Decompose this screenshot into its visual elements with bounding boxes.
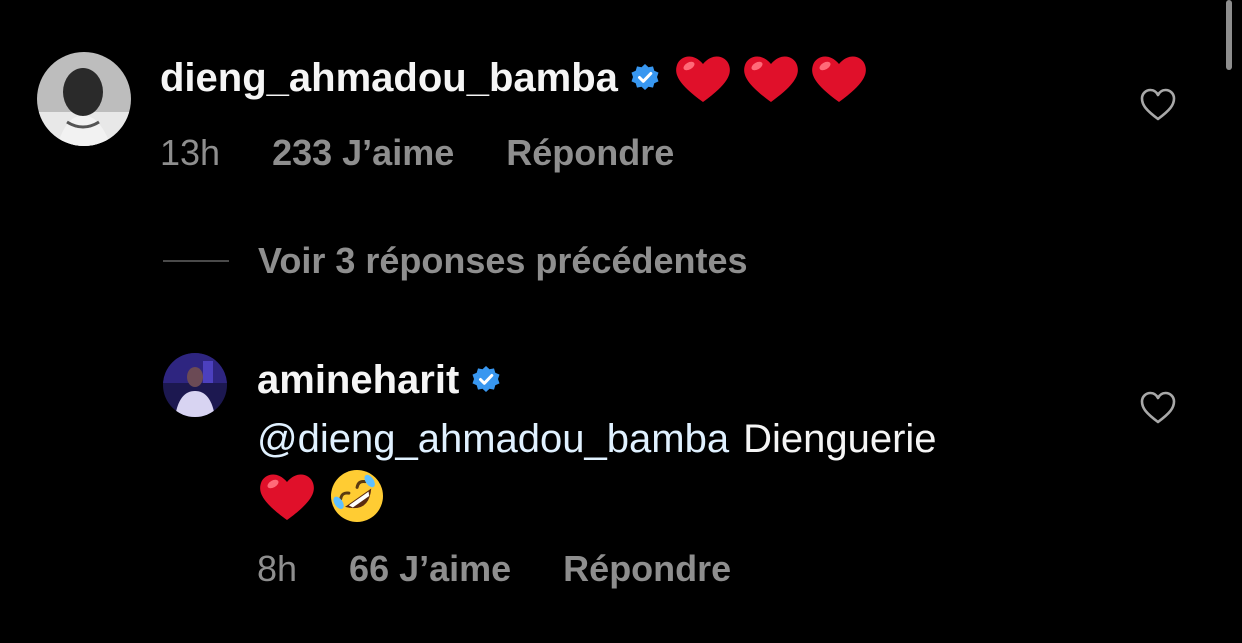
avatar-dieng[interactable] [37,52,131,146]
heart-outline-icon[interactable] [1140,88,1176,122]
verified-badge-icon [630,63,660,93]
comment-header: dieng_ahmadou_bamba [160,50,868,106]
timestamp: 8h [257,548,298,589]
reply-button[interactable]: Répondre [563,548,731,590]
reply-text-line: @dieng_ahmadou_bamba Dienguerie [257,414,937,464]
mention-link[interactable]: @dieng_ahmadou_bamba [257,417,729,462]
scrollbar[interactable] [1226,0,1232,70]
reply-meta: 8h 66 J’aime Répondre [257,546,783,592]
verified-badge-icon [471,365,501,395]
avatar-amineharit[interactable] [163,353,227,417]
red-heart-emoji [810,52,868,104]
reply-emoji-line [258,466,386,526]
username[interactable]: amineharit [257,358,459,403]
comment-meta: 13h 233 J’aime Répondre [160,130,726,176]
reply-header: amineharit [257,354,501,406]
timestamp: 13h [160,132,221,173]
heart-outline-icon[interactable] [1140,391,1176,425]
likes-count[interactable]: 66 J’aime [349,548,511,590]
view-replies-label: Voir 3 réponses précédentes [258,240,748,281]
likes-count[interactable]: 233 J’aime [272,132,454,174]
red-heart-emoji [258,470,316,522]
red-heart-emoji [742,52,800,104]
rofl-emoji [328,467,386,525]
reply-button[interactable]: Répondre [506,132,674,174]
reply-text: Dienguerie [743,416,937,461]
red-heart-emoji [674,52,732,104]
divider-line [163,260,229,262]
username[interactable]: dieng_ahmadou_bamba [160,56,618,101]
view-replies-button[interactable]: Voir 3 réponses précédentes [163,240,748,282]
